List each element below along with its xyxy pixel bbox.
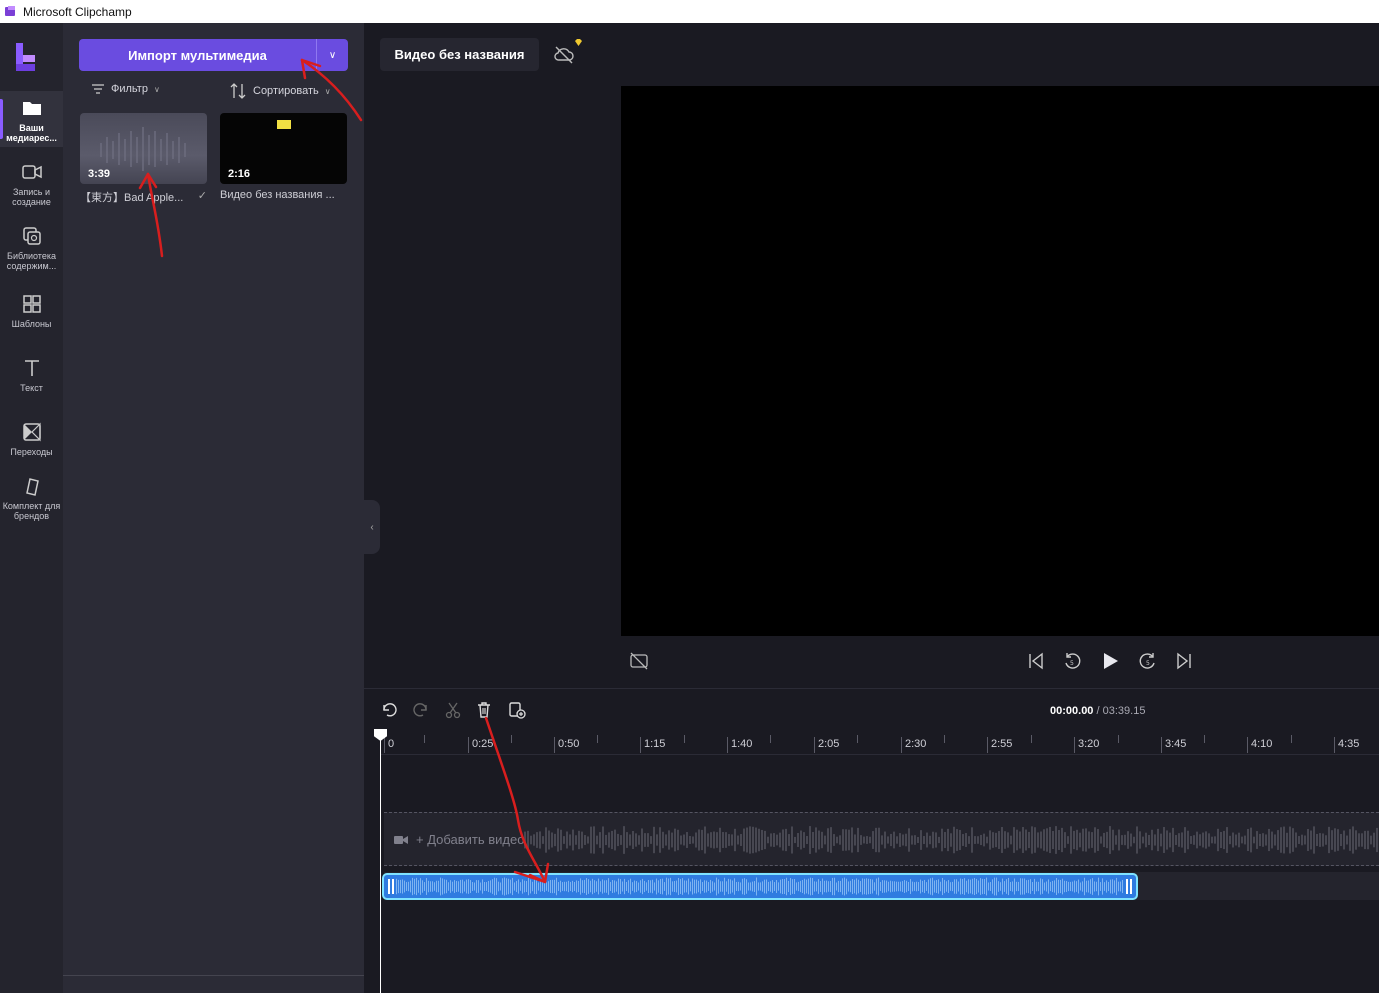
tick-label: 2:30 [901,737,926,753]
import-media-button[interactable]: Импорт мультимедиа [79,39,316,71]
media-item[interactable]: 2:16 Видео без названия ... [220,113,347,201]
checkmark-icon: ✓ [197,190,207,202]
delete-trash-icon[interactable] [475,701,493,719]
nav-rail: Ваши медиарес... Запись и создание Библи… [0,23,63,993]
nav-item-label: Библиотека содержим... [6,251,57,271]
nav-item-label: Комплект для брендов [2,501,61,521]
tick-label: 2:55 [987,737,1012,753]
folder-icon [22,102,41,115]
media-name: 【東方】Bad Apple... [80,192,184,204]
import-options-dropdown[interactable]: ∨ [316,39,348,71]
premium-gem-icon [575,39,582,46]
clipchamp-logo [14,43,38,71]
sort-icon [230,83,246,99]
sort-button[interactable]: Сортировать ∨ [229,83,331,99]
add-to-timeline-icon[interactable] [508,701,526,719]
templates-icon [22,295,41,313]
text-icon [24,360,39,376]
tick-label: 1:40 [727,737,752,753]
split-scissors-icon[interactable] [444,701,462,719]
audio-clip-waveform [396,877,1123,896]
timeline: 00:00.00 / 03:39.15 0 0:25 0:50 1:15 1:4… [364,688,1379,993]
nav-item-content-library[interactable]: Библиотека содержим... [0,223,63,279]
nav-item-text[interactable]: Текст [0,355,63,401]
tick-label: 3:45 [1161,737,1186,753]
sort-label: Сортировать [253,85,319,97]
tick-label: 1:15 [640,737,665,753]
nav-item-record-create[interactable]: Запись и создание [0,159,63,215]
thumbnail-emblem-icon [277,120,291,129]
playhead[interactable] [380,731,381,993]
forward-5s-icon[interactable]: 5 [1138,651,1158,671]
chevron-down-icon: ∨ [324,86,331,96]
timeline-ruler[interactable]: 0 0:25 0:50 1:15 1:40 2:05 2:30 2:55 3:2… [380,731,1379,755]
tick-label: 4:35 [1334,737,1359,753]
audio-clip[interactable] [382,873,1138,900]
total-time: / 03:39.15 [1096,705,1146,717]
tick-label: 0:50 [554,737,579,753]
nav-item-label: Ваши медиарес... [6,123,57,143]
project-title[interactable]: Видео без названия [380,38,539,71]
nav-item-label: Переходы [10,447,53,457]
svg-text:5: 5 [1146,660,1150,667]
filter-icon [92,84,104,94]
library-icon [22,227,41,245]
captions-off-icon[interactable] [629,651,649,671]
window-title: Microsoft Clipchamp [23,4,132,19]
clipchamp-app-icon [5,5,17,18]
media-thumbnail[interactable]: 3:39 [80,113,207,184]
play-icon[interactable] [1100,651,1120,671]
video-preview[interactable] [621,86,1379,636]
track-waveform-background [524,826,1378,854]
cloud-offline-icon[interactable] [553,45,575,65]
tick-label: 3:20 [1074,737,1099,753]
media-item[interactable]: 3:39 【東方】Bad Apple... ✓ [80,113,207,205]
filter-label: Фильтр [111,83,148,95]
camera-icon [21,165,42,179]
filter-button[interactable]: Фильтр ∨ [91,83,160,95]
chevron-down-icon: ∨ [328,49,337,61]
brand-kit-icon [25,478,39,496]
media-duration: 2:16 [228,168,251,180]
panel-divider [63,975,364,976]
tick-label: 0:25 [468,737,493,753]
tick-label: 4:10 [1247,737,1272,753]
nav-item-templates[interactable]: Шаблоны [0,291,63,337]
media-duration: 3:39 [88,168,111,180]
tick-label: 0 [384,737,394,753]
add-video-label: + Добавить видео [416,832,525,847]
undo-icon[interactable] [380,701,398,719]
skip-to-end-icon[interactable] [1174,651,1194,671]
nav-item-brand-kit[interactable]: Комплект для брендов [0,475,63,533]
nav-item-your-media[interactable]: Ваши медиарес... [0,91,63,147]
video-track-dropzone[interactable]: + Добавить видео [384,812,1379,866]
rewind-5s-icon[interactable]: 5 [1062,651,1082,671]
clip-trim-handle-right[interactable] [1126,879,1132,894]
chevron-down-icon: ∨ [153,84,160,94]
title-bar: Microsoft Clipchamp [0,0,1379,23]
transitions-icon [22,422,41,442]
import-media-button-group: Импорт мультимедиа ∨ [79,39,348,71]
svg-text:5: 5 [1070,660,1074,667]
timecode: 00:00.00 / 03:39.15 [1050,705,1145,717]
skip-to-start-icon[interactable] [1026,651,1046,671]
redo-icon[interactable] [412,701,430,719]
nav-item-transitions[interactable]: Переходы [0,419,63,465]
media-thumbnail[interactable]: 2:16 [220,113,347,184]
clip-trim-handle-left[interactable] [388,879,394,894]
tick-label: 2:05 [814,737,839,753]
nav-item-label: Запись и создание [12,187,51,207]
media-name: Видео без названия ... [220,189,335,201]
collapse-panel-button[interactable]: ‹ [364,500,380,554]
current-time: 00:00.00 [1050,705,1094,717]
chevron-left-icon: ‹ [370,521,374,533]
media-panel: Импорт мультимедиа ∨ Фильтр ∨ Сортироват… [63,23,364,993]
video-camera-icon [394,835,408,844]
nav-item-label: Шаблоны [11,319,52,329]
add-video-hint: + Добавить видео [394,832,524,847]
nav-item-label: Текст [20,383,43,393]
